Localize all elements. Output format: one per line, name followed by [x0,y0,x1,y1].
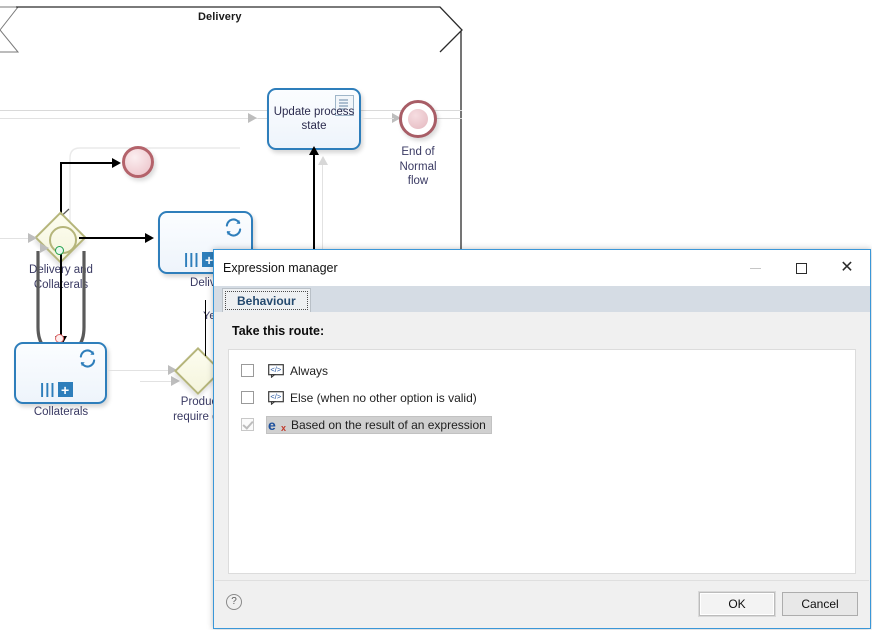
list-item[interactable]: </> Else (when no other option is valid) [229,386,855,409]
checkbox-always[interactable] [241,364,254,377]
parallel-multi-instance-icon: ||| [40,381,56,398]
close-icon: ✕ [840,259,854,276]
flow-connector-gateway-right [60,162,118,164]
option-expression[interactable]: ex Based on the result of an expression [266,415,492,434]
loop-endpoint-marker [55,246,64,255]
flow-connector-gateway-to-delivery [79,237,152,239]
expression-ex-icon: ex [268,416,286,433]
flow-arrowhead-faint [171,376,180,386]
cancel-button[interactable]: Cancel [782,592,858,616]
end-event-normal-flow[interactable] [399,100,437,138]
list-item[interactable]: </> Always [229,359,855,382]
dialog-titlebar[interactable]: Expression manager ✕ [214,250,870,286]
lane-separator [0,110,462,111]
flow-arrowhead-faint [248,113,257,123]
task-update-process-state[interactable]: Update process state [267,88,361,150]
close-button[interactable]: ✕ [824,250,870,286]
dialog-body: Take this route: </> Always </> Else (wh… [215,312,869,580]
option-always-label: Always [290,363,329,378]
maximize-icon [795,262,807,274]
flow-connector-product-up [205,300,207,356]
end-event-normal-flow-label: End of Normal flow [399,146,437,187]
expression-bubble-icon: </> [268,390,284,405]
subprocess-markers: ||| + [40,382,73,397]
route-options-list[interactable]: </> Always </> Else (when no other optio… [228,349,856,574]
flow-arrowhead [112,158,121,168]
flow-arrowhead [145,233,154,243]
flow-arrowhead [309,146,319,155]
dialog-footer: ? OK Cancel [215,580,869,627]
option-else-label: Else (when no other option is valid) [290,390,477,405]
end-event-upper[interactable] [122,146,154,178]
pool-label: Delivery [198,11,242,23]
dialog-tabstrip: Behaviour [214,286,870,312]
expression-ex-x: x [280,422,286,433]
checkbox-else[interactable] [241,391,254,404]
tab-behaviour-label: Behaviour [237,293,296,308]
flow-connector-faint [322,160,324,250]
expand-plus-icon: + [57,382,73,397]
flow-connector-loop-down [60,247,62,342]
maximize-button[interactable] [778,250,824,286]
svg-text:</>: </> [270,365,281,374]
flow-connector-faint [0,118,258,119]
window-controls: ✕ [732,250,870,286]
flow-connector-task-to-end [361,118,394,119]
option-always[interactable]: </> Always [266,362,334,380]
screen: Delivery Update process state End of Nor… [0,0,872,630]
loop-marker-icon [224,218,243,241]
list-item[interactable]: ex Based on the result of an expression [229,413,855,436]
loop-marker-icon [78,349,97,372]
expression-bubble-icon: </> [268,363,284,378]
expression-manager-dialog[interactable]: Expression manager ✕ Behaviour Take this… [213,249,871,629]
ok-button[interactable]: OK [699,592,775,616]
tab-behaviour[interactable]: Behaviour [222,288,311,312]
checkbox-expression[interactable] [241,418,254,431]
option-expression-label: Based on the result of an expression [291,417,486,432]
minimize-icon [749,267,761,269]
task-update-process-state-label: Update process state [273,106,355,132]
flow-arrowhead-faint [28,233,37,243]
option-else[interactable]: </> Else (when no other option is valid) [266,389,483,407]
flow-arrowhead-faint [318,156,328,165]
minimize-button[interactable] [732,250,778,286]
subprocess-collaterals[interactable]: ||| + [14,342,107,404]
section-title-take-this-route: Take this route: [232,324,325,338]
subprocess-markers: ||| + [184,252,217,267]
subprocess-collaterals-label: Collaterals [33,406,89,418]
parallel-multi-instance-icon: ||| [184,251,200,268]
help-icon[interactable]: ? [226,594,242,610]
dialog-title: Expression manager [223,261,338,275]
svg-text:</>: </> [270,392,281,401]
expression-ex-letter: e [268,416,276,433]
flow-connector-faint [107,370,175,372]
